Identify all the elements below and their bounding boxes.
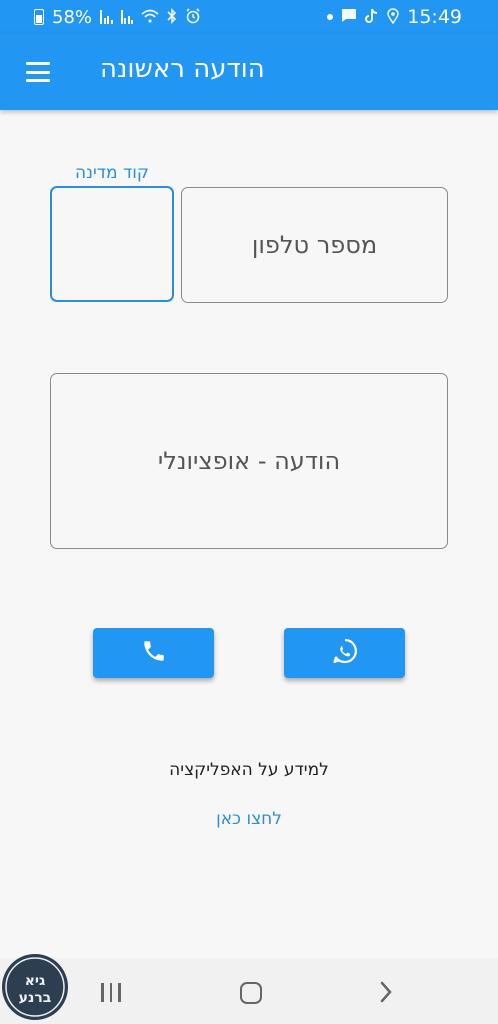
back-icon[interactable] xyxy=(378,980,394,1008)
status-left: 58% xyxy=(34,7,201,28)
app-bar: הודעה ראשונה xyxy=(0,34,498,110)
bluetooth-icon xyxy=(167,7,177,27)
click-here-link[interactable]: לחצו כאן xyxy=(0,809,498,829)
system-nav-bar xyxy=(0,958,498,1024)
phone-icon xyxy=(141,638,167,668)
message-input[interactable]: הודעה - אופציונלי xyxy=(50,373,448,549)
svg-text:ברנע: ברנע xyxy=(19,990,52,1006)
phone-number-placeholder: מספר טלפון xyxy=(251,231,378,259)
status-bar: 58% 15:49 xyxy=(0,0,498,34)
recents-icon[interactable] xyxy=(101,983,121,1002)
message-placeholder: הודעה - אופציונלי xyxy=(157,447,341,475)
whatsapp-icon xyxy=(331,637,359,669)
page-title: הודעה ראשונה xyxy=(100,54,265,84)
country-code-input[interactable] xyxy=(50,186,174,302)
whatsapp-button[interactable] xyxy=(284,628,405,678)
country-code-label: קוד מדינה xyxy=(58,163,166,184)
location-icon xyxy=(387,7,399,27)
watermark-logo: גיא ברנע xyxy=(1,953,69,1021)
call-button[interactable] xyxy=(93,628,214,678)
notification-dot-icon xyxy=(327,14,334,20)
tiktok-icon xyxy=(365,8,379,27)
svg-text:גיא: גיא xyxy=(25,973,46,989)
alarm-icon xyxy=(185,7,201,27)
signal-icon xyxy=(100,10,113,24)
battery-icon xyxy=(34,9,44,25)
phone-number-input[interactable]: מספר טלפון xyxy=(181,187,448,303)
hamburger-menu-icon[interactable] xyxy=(26,62,50,82)
chat-icon xyxy=(341,8,357,26)
home-icon[interactable] xyxy=(240,982,262,1004)
battery-percent: 58% xyxy=(52,6,93,28)
signal-icon-2 xyxy=(120,10,134,24)
status-time: 15:49 xyxy=(407,6,462,28)
status-right: 15:49 xyxy=(327,6,462,28)
wifi-icon xyxy=(141,9,159,26)
app-info-text: למידע על האפליקציה xyxy=(169,760,329,780)
